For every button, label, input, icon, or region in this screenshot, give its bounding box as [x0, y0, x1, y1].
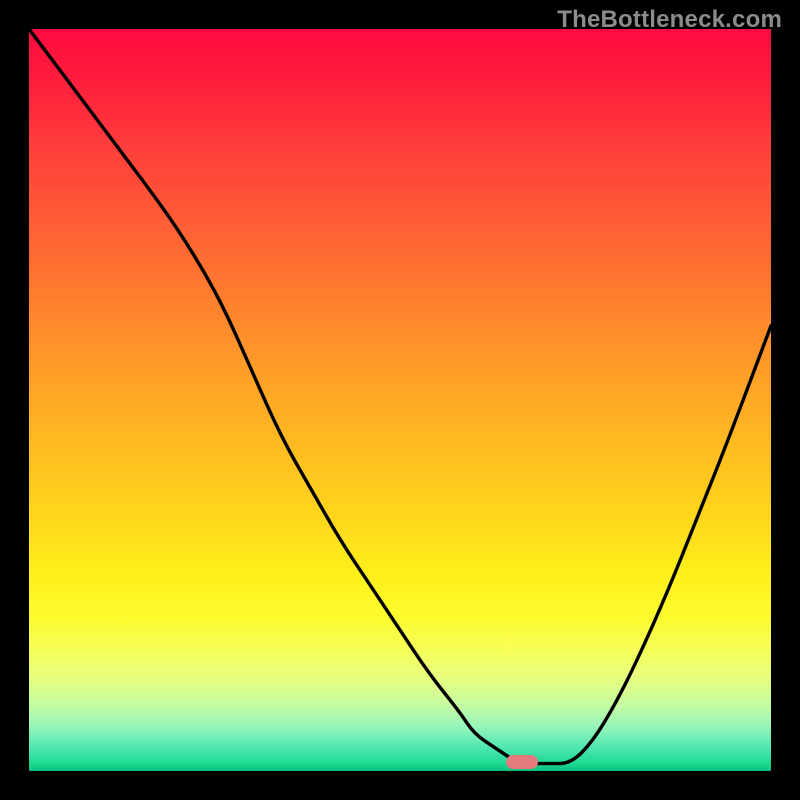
plot-area — [29, 29, 771, 771]
chart-frame: TheBottleneck.com — [0, 0, 800, 800]
curve-path — [29, 29, 771, 764]
optimal-marker — [506, 755, 538, 769]
bottleneck-curve — [29, 29, 771, 771]
